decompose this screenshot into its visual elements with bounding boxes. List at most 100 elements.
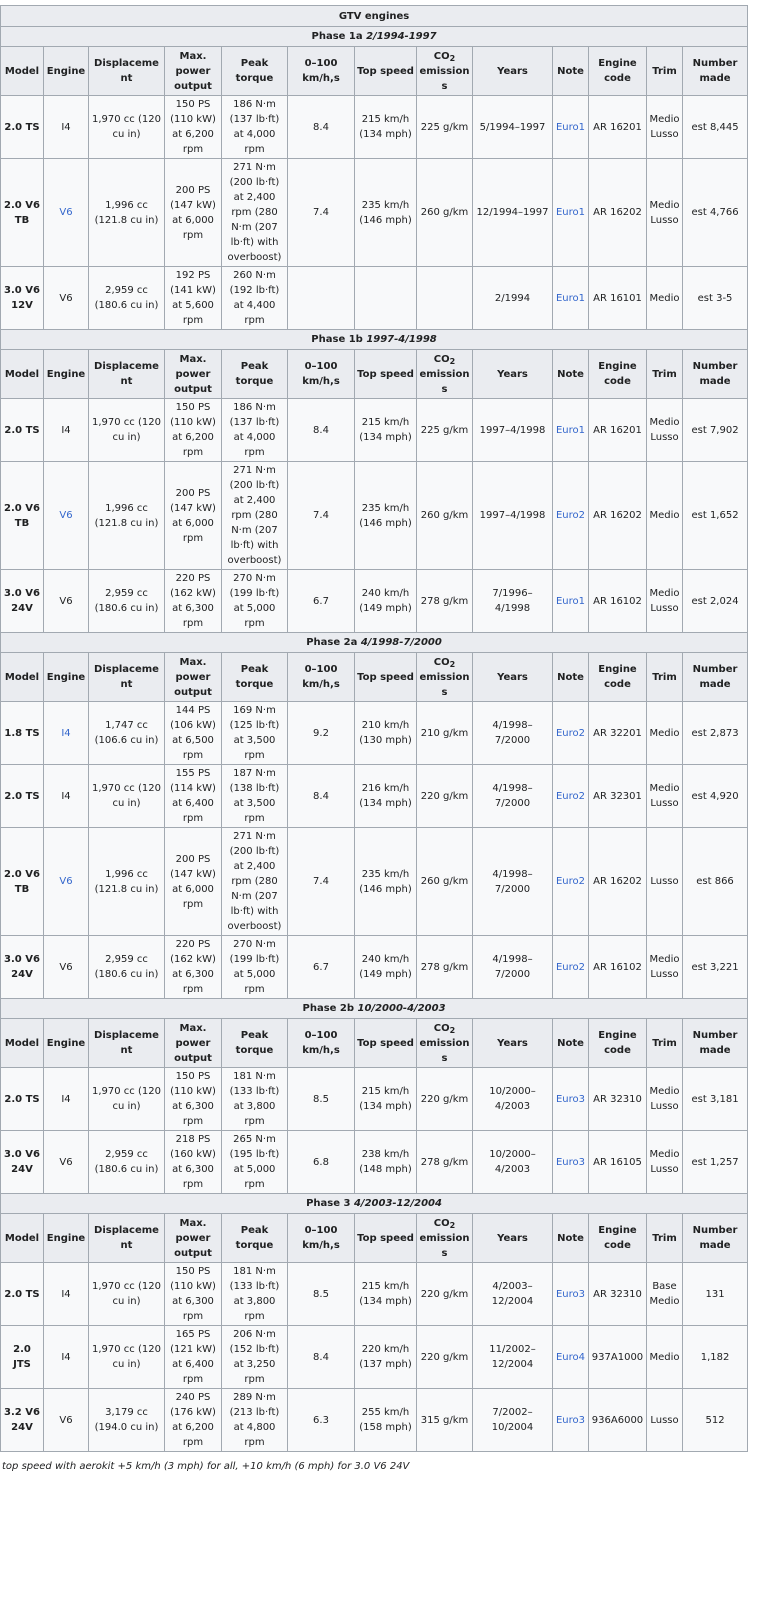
column-header-trim: Trim bbox=[646, 1213, 683, 1263]
cell-power: 200 PS (147 kW) at 6,000 rpm bbox=[164, 158, 222, 267]
cell-engine: V6 bbox=[43, 158, 89, 267]
phase-title: Phase 1b 1997-4/1998 bbox=[0, 329, 749, 350]
column-header-accel: 0–100 km/h,s bbox=[287, 46, 355, 96]
cell-note: Euro1 bbox=[552, 266, 589, 330]
cell-engine: V6 bbox=[43, 935, 89, 999]
engine-type-link[interactable]: I4 bbox=[61, 728, 70, 739]
emission-standard-link[interactable]: Euro3 bbox=[556, 1094, 585, 1105]
emission-standard-link[interactable]: Euro2 bbox=[556, 728, 585, 739]
engine-type-link[interactable]: V6 bbox=[59, 207, 72, 218]
cell-years: 1997–4/1998 bbox=[472, 398, 553, 462]
cell-torque: 289 N·m (213 lb·ft) at 4,800 rpm bbox=[221, 1388, 288, 1452]
emission-standard-link[interactable]: Euro1 bbox=[556, 293, 585, 304]
emission-standard-link[interactable]: Euro2 bbox=[556, 876, 585, 887]
table-row: 1.8 TS I4 1,747 cc (106.6 cu in) 144 PS (10… bbox=[0, 701, 749, 765]
cell-displacement: 1,747 cc (106.6 cu in) bbox=[88, 701, 165, 765]
phase-name: Phase 1a bbox=[311, 31, 363, 42]
column-header-number-made: Number made bbox=[681, 652, 749, 702]
table-row: 3.0 V6 24V V6 2,959 cc (180.6 cu in) 220 PS… bbox=[0, 935, 749, 999]
cell-displacement: 2,959 cc (180.6 cu in) bbox=[88, 569, 165, 633]
column-header-torque: Peak torque bbox=[221, 1018, 288, 1068]
cell-trim: Medio Lusso bbox=[646, 1130, 683, 1194]
cell-power: 218 PS (160 kW) at 6,300 rpm bbox=[164, 1130, 222, 1194]
column-header-note: Note bbox=[552, 652, 589, 702]
column-header-top-speed: Top speed bbox=[354, 46, 417, 96]
cell-made: 512 bbox=[681, 1388, 749, 1452]
column-header-top-speed: Top speed bbox=[354, 1213, 417, 1263]
cell-years: 12/1994–1997 bbox=[472, 158, 553, 267]
cell-torque: 260 N·m (192 lb·ft) at 4,400 rpm bbox=[221, 266, 288, 330]
emission-standard-link[interactable]: Euro1 bbox=[556, 207, 585, 218]
cell-model: 3.0 V6 24V bbox=[0, 569, 44, 633]
column-header-row: Model Engine Displacement Max. power output… bbox=[0, 349, 749, 399]
engine-type-link[interactable]: V6 bbox=[59, 510, 72, 521]
column-header-number-made: Number made bbox=[681, 1213, 749, 1263]
emission-standard-link[interactable]: Euro1 bbox=[556, 596, 585, 607]
cell-code: AR 16201 bbox=[588, 398, 647, 462]
table-body: GTV engines Phase 1a 2/1994-1997 Model Eng… bbox=[0, 5, 749, 1452]
cell-co2: 260 g/km bbox=[416, 827, 473, 936]
table-row: 2.0 TS I4 1,970 cc (120 cu in) 150 PS (110 … bbox=[0, 95, 749, 159]
table-row: 2.0 JTS I4 1,970 cc (120 cu in) 165 PS (121… bbox=[0, 1325, 749, 1389]
cell-trim: Medio Lusso bbox=[646, 764, 683, 828]
cell-years: 4/2003–12/2004 bbox=[472, 1262, 553, 1326]
column-header-years: Years bbox=[472, 46, 553, 96]
column-header-engine-code: Engine code bbox=[588, 652, 647, 702]
emission-standard-link[interactable]: Euro4 bbox=[556, 1352, 585, 1363]
table-row: 3.2 V6 24V V6 3,179 cc (194.0 cu in) 240 PS… bbox=[0, 1388, 749, 1452]
column-header-trim: Trim bbox=[646, 652, 683, 702]
phase-title: Phase 2b 10/2000-4/2003 bbox=[0, 998, 749, 1019]
cell-years: 1997–4/1998 bbox=[472, 461, 553, 570]
cell-engine: I4 bbox=[43, 95, 89, 159]
column-header-top-speed: Top speed bbox=[354, 652, 417, 702]
phase-period: 4/2003-12/2004 bbox=[353, 1198, 442, 1209]
cell-code: AR 16202 bbox=[588, 158, 647, 267]
cell-made: est 1,652 bbox=[681, 461, 749, 570]
cell-note: Euro2 bbox=[552, 701, 589, 765]
cell-code: AR 32301 bbox=[588, 764, 647, 828]
column-header-number-made: Number made bbox=[681, 349, 749, 399]
phase-period: 10/2000-4/2003 bbox=[357, 1003, 446, 1014]
cell-power: 220 PS (162 kW) at 6,300 rpm bbox=[164, 935, 222, 999]
cell-code: AR 16102 bbox=[588, 569, 647, 633]
cell-engine: V6 bbox=[43, 1388, 89, 1452]
table-row: 2.0 TS I4 1,970 cc (120 cu in) 150 PS (110 … bbox=[0, 1067, 749, 1131]
co2-label: CO bbox=[433, 50, 450, 62]
emission-standard-link[interactable]: Euro1 bbox=[556, 122, 585, 133]
cell-note: Euro1 bbox=[552, 569, 589, 633]
engine-type-link[interactable]: V6 bbox=[59, 876, 72, 887]
cell-displacement: 1,970 cc (120 cu in) bbox=[88, 398, 165, 462]
column-header-displacement: Displacement bbox=[88, 1213, 165, 1263]
cell-note: Euro2 bbox=[552, 827, 589, 936]
cell-co2: 220 g/km bbox=[416, 1262, 473, 1326]
emission-standard-link[interactable]: Euro2 bbox=[556, 962, 585, 973]
emission-standard-link[interactable]: Euro3 bbox=[556, 1289, 585, 1300]
cell-trim: Medio Lusso bbox=[646, 569, 683, 633]
cell-years: 5/1994–1997 bbox=[472, 95, 553, 159]
cell-engine: I4 bbox=[43, 701, 89, 765]
column-header-power: Max. power output bbox=[164, 652, 222, 702]
cell-note: Euro2 bbox=[552, 461, 589, 570]
cell-trim: Base Medio bbox=[646, 1262, 683, 1326]
cell-model: 2.0 TS bbox=[0, 1067, 44, 1131]
cell-model: 3.0 V6 24V bbox=[0, 935, 44, 999]
cell-engine: V6 bbox=[43, 1130, 89, 1194]
cell-displacement: 1,996 cc (121.8 cu in) bbox=[88, 827, 165, 936]
phase-title: Phase 3 4/2003-12/2004 bbox=[0, 1193, 749, 1214]
cell-trim: Medio Lusso bbox=[646, 935, 683, 999]
emission-standard-link[interactable]: Euro3 bbox=[556, 1157, 585, 1168]
co2-tail: emissions bbox=[419, 65, 470, 92]
cell-code: AR 32201 bbox=[588, 701, 647, 765]
emission-standard-link[interactable]: Euro2 bbox=[556, 510, 585, 521]
column-header-row: Model Engine Displacement Max. power output… bbox=[0, 1213, 749, 1263]
emission-standard-link[interactable]: Euro2 bbox=[556, 791, 585, 802]
column-header-model: Model bbox=[0, 349, 44, 399]
emission-standard-link[interactable]: Euro3 bbox=[556, 1415, 585, 1426]
cell-torque: 271 N·m (200 lb·ft) at 2,400 rpm (280 N·… bbox=[221, 461, 288, 570]
table-row: 2.0 V6 TB V6 1,996 cc (121.8 cu in) 200 PS … bbox=[0, 827, 749, 936]
cell-co2: 220 g/km bbox=[416, 764, 473, 828]
co2-subscript: 2 bbox=[449, 53, 456, 63]
cell-code: AR 16101 bbox=[588, 266, 647, 330]
emission-standard-link[interactable]: Euro1 bbox=[556, 425, 585, 436]
cell-power: 144 PS (106 kW) at 6,500 rpm bbox=[164, 701, 222, 765]
